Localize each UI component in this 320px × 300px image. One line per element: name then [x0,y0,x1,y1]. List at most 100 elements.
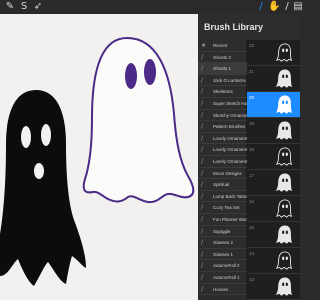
brush-set-icon: / [201,274,204,281]
panel-title: Brush Library [204,22,264,32]
brush-set-label: AutumnFall 1 [213,275,240,280]
brush-number: 22 [249,43,255,48]
brush-set-label: Moon Designs [213,170,242,176]
brush-set-list[interactable]: ★ Recent / Ghosts 2 / Ghosts 1 / Jack O Lantern… [198,40,247,300]
brush-set-icon: / [201,239,204,247]
brush-set-label: Sketchy Ornamentals [213,112,247,118]
brush-item[interactable]: 20 [247,92,300,118]
brush-number: 16 [249,199,255,204]
brush-set-label: Ghosts 1 [213,66,232,72]
brush-item[interactable]: 13 [247,274,300,300]
layers-icon[interactable]: ▤ [292,1,304,13]
brush-number: 19 [249,121,255,126]
brush-set-label: Ghosts 2 [213,54,232,60]
brush-set-item[interactable]: / Jack O Lanterns [198,75,247,87]
brush-list[interactable]: 22 21 20 19 18 17 16 15 14 13 [247,40,300,300]
brush-set-icon: / [201,100,204,107]
brush-set-icon: / [201,88,204,96]
brush-set-item[interactable]: / Ghosts 2 [198,52,247,64]
brush-set-item[interactable]: / Lump Back Tattoos [198,191,247,203]
brush-set-item[interactable]: / Skeletons [198,86,247,98]
brush-item[interactable]: 18 [247,144,300,170]
brush-set-icon: / [201,123,204,131]
black-ghost-mouth [34,163,44,179]
brush-icon[interactable]: / [255,1,267,13]
adjust-icon[interactable]: ✎ [4,1,16,13]
brush-set-item[interactable]: / Ghosts 1 [198,63,247,75]
brush-set-item[interactable]: / Fun Planner Words [198,214,247,226]
brush-set-item[interactable]: / Spiritual [198,179,247,191]
ghost-brush-thumbnail [275,95,293,114]
brush-set-item[interactable]: / Moon Designs [198,168,247,180]
brush-set-icon: / [201,158,204,165]
brush-set-label: Lump Back Tattoos [213,193,247,199]
brush-set-item[interactable]: ★ Recent [198,40,247,52]
brush-set-item[interactable]: / Houses [198,284,247,296]
brush-set-icon: / [201,250,204,258]
brush-set-icon: / [201,134,204,142]
brush-set-label: Lovely Ornamentals 2 [213,147,247,153]
brush-set-item[interactable]: / AutumnFall 1 [198,272,247,284]
brush-set-label: Super Sketch Halloween [213,101,247,106]
brush-item[interactable]: 21 [247,66,300,92]
brush-set-item[interactable]: / Squiggle [198,226,247,238]
canvas-artwork [0,36,195,286]
black-ghost-right-eye [41,124,51,146]
ghost-brush-thumbnail [275,225,293,244]
selection-icon[interactable]: S [18,1,30,13]
black-ghost [0,90,86,286]
brush-item[interactable]: 19 [247,118,300,144]
brush-set-label: Glasses 2 [213,240,234,246]
star-icon: ★ [201,42,207,49]
brush-item[interactable]: 22 [247,40,300,66]
brush-set-label: AutumnFall 2 [213,263,240,269]
brush-set-icon: / [201,216,204,223]
brush-set-item[interactable]: / Lovely Ornamentals 2 [198,144,247,156]
brush-set-item[interactable]: / Super Sketch Halloween [198,98,247,110]
black-ghost-left-eye [21,126,31,148]
outlined-ghost [82,36,195,204]
brush-set-item[interactable]: / Cozy Tea Set [198,202,247,214]
brush-set-label: Lovely Ornamentals 1 [213,159,247,164]
brush-number: 21 [249,69,255,74]
brush-item[interactable]: 16 [247,196,300,222]
brush-set-label: Cozy Tea Set [213,205,240,211]
brush-set-icon: / [201,111,204,119]
top-toolbar: ✎ S ➶ / ✋ / ▤ [0,0,303,14]
drawing-canvas[interactable] [0,14,198,300]
brush-set-item[interactable]: / Glasses 1 [198,249,247,261]
ghost-brush-thumbnail [275,147,293,166]
ghost-brush-thumbnail [275,251,293,270]
ghost-brush-thumbnail [275,199,293,218]
brush-item[interactable]: 15 [247,222,300,248]
brush-number: 13 [249,277,255,282]
brush-set-item[interactable]: / Lovely Ornamentals 3 [198,133,247,145]
brush-set-label: Spiritual [213,182,230,188]
brush-set-icon: / [201,169,204,177]
brush-set-item[interactable]: / Sketchy Ornamentals [198,110,247,122]
brush-set-item[interactable]: / Pattern Brushes [198,121,247,133]
ghost-brush-thumbnail [275,277,293,296]
smudge-icon[interactable]: ✋ [268,1,280,13]
transform-icon[interactable]: ➶ [32,1,44,13]
brush-set-item[interactable]: / Glasses 2 [198,237,247,249]
brush-set-icon: / [201,204,204,212]
ghost-brush-thumbnail [275,69,293,88]
brush-number: 18 [249,147,255,152]
brush-set-label: Pattern Brushes [213,124,246,130]
brush-number: 14 [249,251,255,256]
ghost-brush-thumbnail [275,173,293,192]
brush-set-icon: / [201,181,204,189]
ghost-brush-thumbnail [275,43,293,62]
brush-set-icon: / [201,192,204,200]
brush-set-label: Jack O Lanterns [213,77,246,83]
brush-item[interactable]: 17 [247,170,300,196]
outlined-ghost-left-eye [125,63,137,89]
brush-item[interactable]: 14 [247,248,300,274]
brush-number: 15 [249,225,255,230]
brush-set-item[interactable]: / Lovely Ornamentals 1 [198,156,247,168]
brush-set-item[interactable]: / AutumnFall 2 [198,260,247,272]
brush-set-icon: / [201,53,204,61]
brush-set-label: Recent [213,43,228,48]
brush-number: 20 [249,95,255,100]
